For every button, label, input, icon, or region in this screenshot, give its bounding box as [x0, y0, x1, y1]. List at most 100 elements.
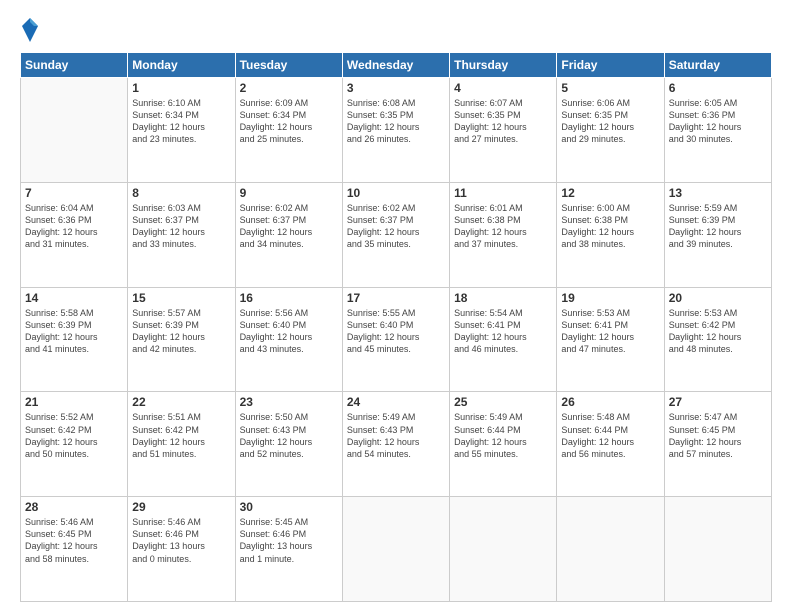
day-info: Sunrise: 5:46 AM Sunset: 6:45 PM Dayligh… — [25, 516, 123, 565]
calendar-cell: 1 Sunrise: 6:10 AM Sunset: 6:34 PM Daylig… — [128, 78, 235, 183]
day-info: Sunrise: 5:58 AM Sunset: 6:39 PM Dayligh… — [25, 307, 123, 356]
logo — [20, 16, 42, 44]
calendar-cell: 26 Sunrise: 5:48 AM Sunset: 6:44 PM Dayli… — [557, 392, 664, 497]
day-number: 6 — [669, 81, 767, 95]
day-info: Sunrise: 6:10 AM Sunset: 6:34 PM Dayligh… — [132, 97, 230, 146]
day-number: 17 — [347, 291, 445, 305]
calendar-cell: 13 Sunrise: 5:59 AM Sunset: 6:39 PM Dayli… — [664, 182, 771, 287]
calendar-cell: 3 Sunrise: 6:08 AM Sunset: 6:35 PM Daylig… — [342, 78, 449, 183]
calendar-cell — [664, 497, 771, 602]
calendar-cell: 25 Sunrise: 5:49 AM Sunset: 6:44 PM Dayli… — [450, 392, 557, 497]
calendar-cell: 28Sunrise: 5:46 AM Sunset: 6:45 PM Dayli… — [21, 497, 128, 602]
calendar-cell: 15 Sunrise: 5:57 AM Sunset: 6:39 PM Dayli… — [128, 287, 235, 392]
day-number: 20 — [669, 291, 767, 305]
calendar-header-row: SundayMondayTuesdayWednesdayThursdayFrid… — [21, 53, 772, 78]
calendar-cell — [557, 497, 664, 602]
day-number: 24 — [347, 395, 445, 409]
day-number: 9 — [240, 186, 338, 200]
day-number: 18 — [454, 291, 552, 305]
calendar-cell: 20 Sunrise: 5:53 AM Sunset: 6:42 PM Dayli… — [664, 287, 771, 392]
day-info: Sunrise: 5:54 AM Sunset: 6:41 PM Dayligh… — [454, 307, 552, 356]
day-number: 16 — [240, 291, 338, 305]
calendar-cell: 6 Sunrise: 6:05 AM Sunset: 6:36 PM Daylig… — [664, 78, 771, 183]
day-info: Sunrise: 5:46 AM Sunset: 6:46 PM Dayligh… — [132, 516, 230, 565]
calendar-cell: 10 Sunrise: 6:02 AM Sunset: 6:37 PM Dayli… — [342, 182, 449, 287]
day-info: Sunrise: 5:52 AM Sunset: 6:42 PM Dayligh… — [25, 411, 123, 460]
day-info: Sunrise: 6:05 AM Sunset: 6:36 PM Dayligh… — [669, 97, 767, 146]
day-info: Sunrise: 6:08 AM Sunset: 6:35 PM Dayligh… — [347, 97, 445, 146]
calendar-week-1: 1 Sunrise: 6:10 AM Sunset: 6:34 PM Daylig… — [21, 78, 772, 183]
day-info: Sunrise: 6:03 AM Sunset: 6:37 PM Dayligh… — [132, 202, 230, 251]
day-number: 12 — [561, 186, 659, 200]
day-info: Sunrise: 6:04 AM Sunset: 6:36 PM Dayligh… — [25, 202, 123, 251]
calendar-cell: 24 Sunrise: 5:49 AM Sunset: 6:43 PM Dayli… — [342, 392, 449, 497]
day-number: 15 — [132, 291, 230, 305]
calendar-header-wednesday: Wednesday — [342, 53, 449, 78]
day-info: Sunrise: 5:56 AM Sunset: 6:40 PM Dayligh… — [240, 307, 338, 356]
calendar-cell: 29 Sunrise: 5:46 AM Sunset: 6:46 PM Dayli… — [128, 497, 235, 602]
calendar-header-tuesday: Tuesday — [235, 53, 342, 78]
day-number: 27 — [669, 395, 767, 409]
calendar-cell: 17 Sunrise: 5:55 AM Sunset: 6:40 PM Dayli… — [342, 287, 449, 392]
calendar-header-sunday: Sunday — [21, 53, 128, 78]
calendar-cell — [450, 497, 557, 602]
calendar-cell: 21Sunrise: 5:52 AM Sunset: 6:42 PM Dayli… — [21, 392, 128, 497]
day-info: Sunrise: 6:02 AM Sunset: 6:37 PM Dayligh… — [347, 202, 445, 251]
calendar-cell: 27 Sunrise: 5:47 AM Sunset: 6:45 PM Dayli… — [664, 392, 771, 497]
day-info: Sunrise: 5:57 AM Sunset: 6:39 PM Dayligh… — [132, 307, 230, 356]
day-info: Sunrise: 5:59 AM Sunset: 6:39 PM Dayligh… — [669, 202, 767, 251]
day-number: 22 — [132, 395, 230, 409]
calendar-cell: 4Sunrise: 6:07 AM Sunset: 6:35 PM Daylig… — [450, 78, 557, 183]
calendar-cell: 30 Sunrise: 5:45 AM Sunset: 6:46 PM Dayli… — [235, 497, 342, 602]
day-info: Sunrise: 5:49 AM Sunset: 6:44 PM Dayligh… — [454, 411, 552, 460]
day-number: 23 — [240, 395, 338, 409]
calendar-header-saturday: Saturday — [664, 53, 771, 78]
day-info: Sunrise: 5:47 AM Sunset: 6:45 PM Dayligh… — [669, 411, 767, 460]
day-info: Sunrise: 5:45 AM Sunset: 6:46 PM Dayligh… — [240, 516, 338, 565]
calendar-cell: 2Sunrise: 6:09 AM Sunset: 6:34 PM Daylig… — [235, 78, 342, 183]
day-info: Sunrise: 6:07 AM Sunset: 6:35 PM Dayligh… — [454, 97, 552, 146]
calendar-week-4: 21Sunrise: 5:52 AM Sunset: 6:42 PM Dayli… — [21, 392, 772, 497]
day-number: 26 — [561, 395, 659, 409]
day-number: 10 — [347, 186, 445, 200]
day-number: 8 — [132, 186, 230, 200]
day-number: 3 — [347, 81, 445, 95]
day-info: Sunrise: 5:49 AM Sunset: 6:43 PM Dayligh… — [347, 411, 445, 460]
calendar-cell: 23 Sunrise: 5:50 AM Sunset: 6:43 PM Dayli… — [235, 392, 342, 497]
calendar-week-5: 28Sunrise: 5:46 AM Sunset: 6:45 PM Dayli… — [21, 497, 772, 602]
day-number: 1 — [132, 81, 230, 95]
day-number: 7 — [25, 186, 123, 200]
day-info: Sunrise: 5:48 AM Sunset: 6:44 PM Dayligh… — [561, 411, 659, 460]
day-info: Sunrise: 5:55 AM Sunset: 6:40 PM Dayligh… — [347, 307, 445, 356]
day-number: 13 — [669, 186, 767, 200]
day-info: Sunrise: 5:51 AM Sunset: 6:42 PM Dayligh… — [132, 411, 230, 460]
day-info: Sunrise: 6:01 AM Sunset: 6:38 PM Dayligh… — [454, 202, 552, 251]
calendar-week-3: 14 Sunrise: 5:58 AM Sunset: 6:39 PM Dayli… — [21, 287, 772, 392]
day-info: Sunrise: 6:02 AM Sunset: 6:37 PM Dayligh… — [240, 202, 338, 251]
day-number: 11 — [454, 186, 552, 200]
calendar-cell: 22 Sunrise: 5:51 AM Sunset: 6:42 PM Dayli… — [128, 392, 235, 497]
day-info: Sunrise: 5:53 AM Sunset: 6:41 PM Dayligh… — [561, 307, 659, 356]
day-info: Sunrise: 5:53 AM Sunset: 6:42 PM Dayligh… — [669, 307, 767, 356]
day-number: 19 — [561, 291, 659, 305]
page: SundayMondayTuesdayWednesdayThursdayFrid… — [0, 0, 792, 612]
day-number: 25 — [454, 395, 552, 409]
calendar-header-friday: Friday — [557, 53, 664, 78]
day-number: 29 — [132, 500, 230, 514]
day-info: Sunrise: 6:09 AM Sunset: 6:34 PM Dayligh… — [240, 97, 338, 146]
calendar-cell — [342, 497, 449, 602]
day-number: 30 — [240, 500, 338, 514]
day-info: Sunrise: 5:50 AM Sunset: 6:43 PM Dayligh… — [240, 411, 338, 460]
day-info: Sunrise: 6:06 AM Sunset: 6:35 PM Dayligh… — [561, 97, 659, 146]
calendar-cell: 16 Sunrise: 5:56 AM Sunset: 6:40 PM Dayli… — [235, 287, 342, 392]
calendar-cell: 8 Sunrise: 6:03 AM Sunset: 6:37 PM Daylig… — [128, 182, 235, 287]
calendar-header-monday: Monday — [128, 53, 235, 78]
header — [20, 16, 772, 44]
calendar-cell: 5Sunrise: 6:06 AM Sunset: 6:35 PM Daylig… — [557, 78, 664, 183]
day-number: 14 — [25, 291, 123, 305]
calendar-cell: 7 Sunrise: 6:04 AM Sunset: 6:36 PM Daylig… — [21, 182, 128, 287]
calendar-header-thursday: Thursday — [450, 53, 557, 78]
calendar-table: SundayMondayTuesdayWednesdayThursdayFrid… — [20, 52, 772, 602]
day-info: Sunrise: 6:00 AM Sunset: 6:38 PM Dayligh… — [561, 202, 659, 251]
calendar-cell: 14 Sunrise: 5:58 AM Sunset: 6:39 PM Dayli… — [21, 287, 128, 392]
